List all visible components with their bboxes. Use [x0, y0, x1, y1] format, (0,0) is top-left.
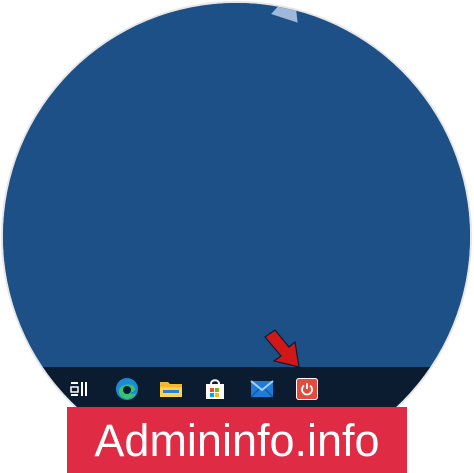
taskbar: [3, 367, 470, 411]
store-icon[interactable]: [201, 375, 229, 403]
zoomed-screenshot-circle: [3, 3, 470, 470]
mail-icon[interactable]: [248, 375, 276, 403]
shutdown-icon: [296, 378, 318, 400]
file-explorer-icon[interactable]: [157, 375, 185, 403]
watermark-banner: Admininfo.info: [67, 407, 407, 473]
pointer-arrow-icon: [264, 329, 300, 368]
watermark-text: Admininfo.info: [94, 414, 380, 466]
edge-icon[interactable]: [113, 375, 141, 403]
shutdown-button[interactable]: [293, 375, 321, 403]
task-view-icon[interactable]: [65, 375, 93, 403]
